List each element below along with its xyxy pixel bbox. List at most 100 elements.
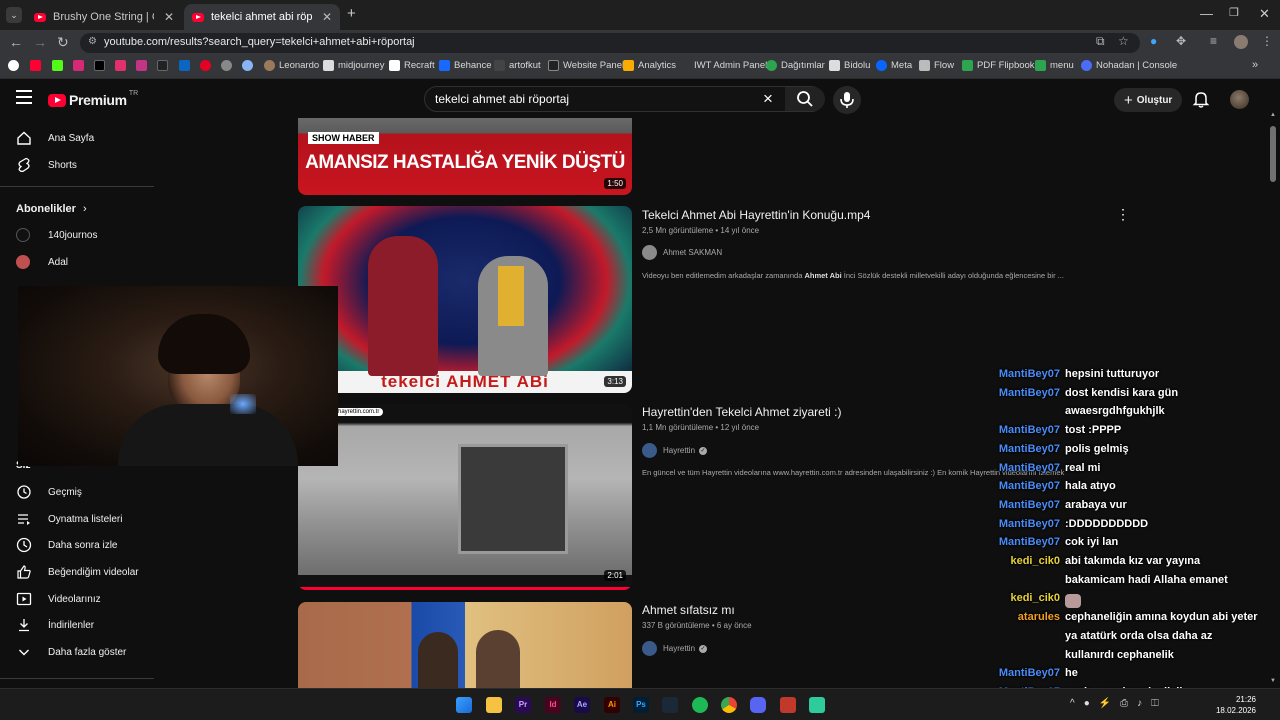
sidebar-item-your-videos[interactable]: Videolarınız bbox=[16, 589, 101, 609]
profile-avatar-icon[interactable] bbox=[1234, 35, 1248, 49]
bookmark-website-panel[interactable]: Website Panel bbox=[548, 60, 624, 71]
voice-search-button[interactable] bbox=[833, 86, 861, 114]
restore-icon[interactable]: ❐ bbox=[1229, 6, 1239, 19]
bookmark-analytics[interactable]: Analytics bbox=[623, 60, 676, 71]
windows-start-icon[interactable] bbox=[456, 697, 472, 713]
sidebar-item-home[interactable]: Ana Sayfa bbox=[16, 128, 94, 148]
channel-link[interactable]: Hayrettin ✓ bbox=[642, 641, 708, 656]
tab-search-icon[interactable]: ⌄ bbox=[6, 7, 22, 23]
install-app-icon[interactable]: ⧉ bbox=[1096, 34, 1105, 49]
guide-menu-icon[interactable] bbox=[16, 90, 32, 104]
video-thumbnail[interactable]: tekelci AHMET ABi 3:13 bbox=[298, 206, 632, 393]
bookmark-menu[interactable]: menu bbox=[1035, 60, 1074, 71]
bookmark-recraft[interactable]: Recraft bbox=[389, 60, 435, 71]
sidebar-item-shorts[interactable]: Shorts bbox=[16, 155, 77, 175]
sidebar-item-playlists[interactable]: Oynatma listeleri bbox=[16, 509, 122, 529]
youtube-bookmark-icon[interactable] bbox=[30, 60, 41, 71]
bookmark-artofkut[interactable]: artofkut bbox=[494, 60, 541, 71]
sparkle-bookmark-icon[interactable] bbox=[242, 60, 253, 71]
pinterest-bookmark-icon[interactable] bbox=[200, 60, 211, 71]
tab-brushy-one-string[interactable]: Brushy One String | Chicken in ✕ bbox=[26, 4, 182, 30]
spotify-icon[interactable] bbox=[692, 697, 708, 713]
app-icon[interactable] bbox=[809, 697, 825, 713]
y-bookmark-icon[interactable] bbox=[115, 60, 126, 71]
bookmark-bidolu[interactable]: Bidolu bbox=[829, 60, 870, 71]
up-bookmark-icon[interactable] bbox=[157, 60, 168, 71]
bookmark-flow[interactable]: Flow bbox=[919, 60, 954, 71]
sidebar-item-history[interactable]: Geçmiş bbox=[16, 482, 82, 502]
sidebar-item-liked-videos[interactable]: Beğendiğim videolar bbox=[16, 562, 139, 582]
notifications-button[interactable] bbox=[1192, 90, 1210, 113]
bookmark-meta[interactable]: Meta bbox=[876, 60, 912, 71]
bookmark-pdf-flipbook[interactable]: PDF Flipbook bbox=[962, 60, 1035, 71]
file-explorer-icon[interactable] bbox=[486, 697, 502, 713]
extension-icon[interactable]: ● bbox=[1150, 34, 1157, 48]
chrome-bookmark-icon[interactable] bbox=[8, 60, 19, 71]
youtube-premium-logo[interactable]: Premium TR bbox=[48, 90, 138, 108]
photoshop-icon[interactable]: Ps bbox=[633, 697, 649, 713]
tab-close-icon[interactable]: ✕ bbox=[322, 10, 332, 24]
reading-list-icon[interactable]: ≡ bbox=[1210, 34, 1217, 48]
globe-bookmark-icon[interactable] bbox=[221, 60, 232, 71]
video-title[interactable]: Tekelci Ahmet Abi Hayrettin'in Konuğu.mp… bbox=[642, 208, 870, 222]
create-button[interactable]: + Oluştur bbox=[1114, 88, 1183, 112]
window-close-icon[interactable]: ✕ bbox=[1259, 6, 1270, 22]
video-title[interactable]: Ahmet sıfatsız mı bbox=[642, 603, 735, 617]
forward-icon[interactable]: → bbox=[33, 34, 47, 50]
scroll-down-icon[interactable]: ▼ bbox=[1270, 678, 1276, 684]
bookmark-dagitimlar[interactable]: Dağıtımlar bbox=[766, 60, 825, 71]
browser-menu-icon[interactable]: ⋮ bbox=[1261, 34, 1273, 48]
video-title[interactable]: Hayrettin'den Tekelci Ahmet ziyareti :) bbox=[642, 405, 842, 419]
video-thumbnail[interactable]: hayrettin.com.tr 2:01 bbox=[298, 404, 632, 590]
page-scrollbar[interactable]: ▲ ▼ bbox=[1270, 112, 1276, 688]
search-input[interactable] bbox=[435, 92, 755, 106]
bookmark-midjourney[interactable]: midjourney bbox=[323, 60, 384, 71]
account-avatar[interactable] bbox=[1230, 90, 1249, 109]
bookmark-star-icon[interactable]: ☆ bbox=[1118, 34, 1129, 48]
scroll-thumb[interactable] bbox=[1270, 126, 1276, 182]
extensions-puzzle-icon[interactable]: ✥ bbox=[1176, 34, 1186, 48]
sidebar-item-show-more[interactable]: Daha fazla göster bbox=[16, 642, 126, 662]
tab-close-icon[interactable]: ✕ bbox=[164, 10, 174, 24]
scroll-up-icon[interactable]: ▲ bbox=[1270, 112, 1276, 118]
chrome-icon[interactable] bbox=[721, 697, 737, 713]
bookmark-leonardo[interactable]: Leonardo bbox=[264, 60, 319, 71]
bi-bookmark-icon[interactable] bbox=[136, 60, 147, 71]
indesign-icon[interactable]: Id bbox=[545, 697, 561, 713]
clear-search-icon[interactable]: × bbox=[763, 89, 773, 109]
premiere-icon[interactable]: Pr bbox=[515, 697, 531, 713]
tab-tekelci-search[interactable]: tekelci ahmet abi röportaj - You ✕ bbox=[184, 4, 340, 30]
instagram-bookmark-icon[interactable] bbox=[73, 60, 84, 71]
bookmark-behance[interactable]: Behance bbox=[439, 60, 492, 71]
more-bookmarks-icon[interactable]: » bbox=[1252, 59, 1258, 71]
channel-link[interactable]: Hayrettin ✓ bbox=[642, 443, 708, 458]
bookmark-iwt-admin[interactable]: IWT Admin Panel bbox=[679, 60, 767, 71]
system-tray[interactable]: ^●⚡⎙♪◫ bbox=[1070, 698, 1168, 709]
bookmark-nohadan[interactable]: Nohadan | Console bbox=[1081, 60, 1177, 71]
more-actions-icon[interactable]: ⋮ bbox=[1116, 206, 1130, 223]
back-icon[interactable]: ← bbox=[9, 34, 23, 50]
search-button[interactable] bbox=[785, 87, 825, 111]
illustrator-icon[interactable]: Ai bbox=[604, 697, 620, 713]
video-thumbnail[interactable]: SHOW HABER AMANSIZ HASTALIĞA YENİK DÜŞTÜ… bbox=[298, 118, 632, 195]
taskbar-clock[interactable]: 21:26 18.02.2026 bbox=[1206, 694, 1256, 716]
linkedin-bookmark-icon[interactable] bbox=[179, 60, 190, 71]
kick-bookmark-icon[interactable] bbox=[52, 60, 63, 71]
subscriptions-heading[interactable]: Abonelikler › bbox=[16, 203, 87, 215]
subscription-140journos[interactable]: 140journos bbox=[16, 225, 97, 245]
url-bar[interactable]: ⚙ youtube.com/results?search_query=tekel… bbox=[80, 33, 1140, 53]
new-tab-button[interactable]: + bbox=[347, 5, 356, 22]
reload-icon[interactable]: ↻ bbox=[57, 34, 69, 51]
x-bookmark-icon[interactable] bbox=[94, 60, 105, 71]
video-thumbnail[interactable] bbox=[298, 602, 632, 688]
channel-link[interactable]: Ahmet SAKMAN bbox=[642, 245, 722, 260]
media-app-icon[interactable] bbox=[780, 697, 796, 713]
steam-icon[interactable] bbox=[662, 697, 678, 713]
sidebar-item-downloads[interactable]: İndirilenler bbox=[16, 615, 94, 635]
after-effects-icon[interactable]: Ae bbox=[574, 697, 590, 713]
minimize-icon[interactable]: — bbox=[1200, 6, 1213, 21]
subscription-adal[interactable]: Adal bbox=[16, 252, 68, 272]
site-info-icon[interactable]: ⚙ bbox=[88, 36, 97, 47]
sidebar-item-watch-later[interactable]: Daha sonra izle bbox=[16, 535, 117, 555]
discord-icon[interactable] bbox=[750, 697, 766, 713]
